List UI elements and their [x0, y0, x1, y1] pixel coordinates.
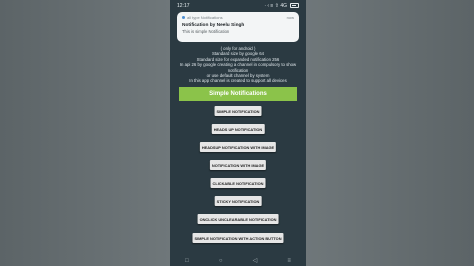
info-text: ( only for android ) Standard size by go… [174, 46, 302, 84]
status-bar: 12:17 · ‹ ≡ ⇧ 4G [170, 0, 306, 11]
status-indicators: · ‹ ≡ ⇧ 4G [264, 2, 287, 9]
status-time: 12:17 [177, 2, 190, 9]
simple-notification-button[interactable]: SIMPLE NOTIFICATION [214, 106, 262, 116]
image-notification-button[interactable]: NOTIFICATION WITH IMAGE [209, 160, 267, 170]
page-title: Simple Notifications [179, 87, 297, 101]
notification-title: Notification by Neelu Singh [182, 23, 245, 28]
notification-time: now [286, 15, 294, 20]
recents-icon[interactable]: □ [185, 258, 189, 264]
app-icon [182, 16, 185, 19]
navigation-bar: □ ○ ◁ ≡ [170, 255, 306, 266]
info-line: In api 26 by google creating a channel i… [179, 62, 297, 73]
heads-up-notification-button[interactable]: HEADS UP NOTIFICATION [211, 124, 265, 134]
headsup-image-notification-button[interactable]: HEADSUP NOTIFICATION WITH IMAGE [199, 142, 277, 152]
background-right [306, 0, 474, 266]
sticky-notification-button[interactable]: STICKY NOTIFICATION [214, 196, 262, 206]
notification-card[interactable]: all type Notifications now Notification … [177, 12, 299, 42]
unclearable-notification-button[interactable]: ONCLICK UNCLEARABLE NOTIFICATION [197, 214, 279, 224]
home-icon[interactable]: ○ [219, 258, 223, 264]
notification-app-name: all type Notifications [187, 15, 223, 20]
clickable-notification-button[interactable]: CLICKABLE NOTIFICATION [210, 178, 266, 188]
info-line: In this app channel is created to suppor… [189, 78, 287, 84]
notification-text: This is simple Notification [182, 29, 230, 34]
action-button-notification-button[interactable]: SIMPLE NOTIFICATION WITH ACTION BUTTON [192, 233, 284, 243]
phone-screen: 12:17 · ‹ ≡ ⇧ 4G all type Notifications … [170, 0, 306, 266]
background-left [0, 0, 170, 266]
back-icon[interactable]: ◁ [253, 258, 258, 264]
menu-icon[interactable]: ≡ [287, 258, 291, 264]
battery-icon [290, 3, 299, 8]
